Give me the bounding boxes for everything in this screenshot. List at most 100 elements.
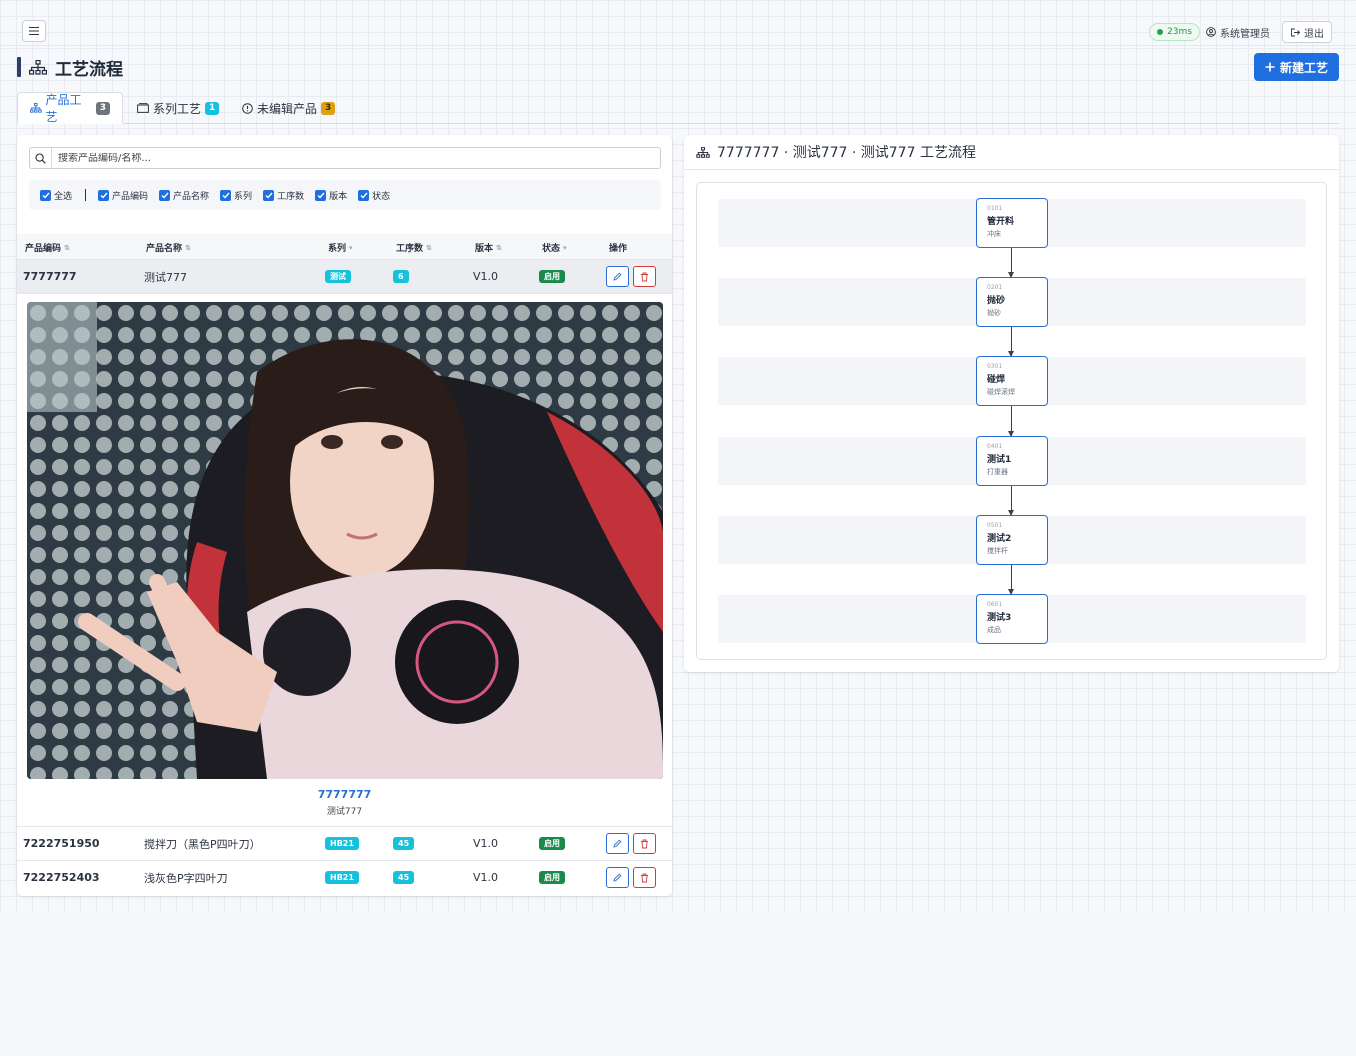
steps-badge: 45	[393, 837, 415, 850]
filter-label: 版本	[329, 191, 348, 202]
search-input[interactable]	[52, 152, 652, 164]
node-desc: 成品	[987, 626, 1001, 634]
cell-version: V1.0	[473, 871, 499, 884]
column-header-version[interactable]: 版本 ⇅	[475, 241, 502, 255]
series-badge: HB21	[325, 837, 359, 850]
node-name: 碰焊	[987, 375, 1006, 385]
tab-unedited-products[interactable]: 未编辑产品 3	[230, 92, 347, 124]
status-badge: 启用	[539, 270, 565, 283]
search-icon	[30, 148, 52, 168]
sitemap-icon	[30, 103, 42, 113]
header-label: 版本	[475, 244, 494, 254]
flow-title: 7777777 · 测试777 · 测试777 工艺流程	[717, 145, 976, 161]
filter-product-name[interactable]: 产品名称	[159, 189, 209, 202]
cell-status: 启用	[539, 827, 565, 860]
flow-node[interactable]: 0201 抛砂 抛砂	[976, 277, 1048, 327]
plus-icon	[1265, 62, 1275, 72]
column-header-steps[interactable]: 工序数 ⇅	[396, 241, 432, 255]
new-process-button[interactable]: 新建工艺	[1254, 53, 1339, 81]
header-label: 操作	[609, 244, 628, 254]
column-header-series[interactable]: 系列 ▾	[328, 241, 353, 255]
checkbox-checked-icon	[263, 189, 275, 201]
checkbox-checked-icon	[98, 189, 110, 201]
cell-actions	[606, 260, 656, 293]
node-code: 0201	[987, 284, 1003, 291]
filter-version[interactable]: 版本	[315, 189, 347, 202]
filter-label: 全选	[54, 191, 73, 202]
trash-icon	[641, 272, 648, 281]
tab-series-process[interactable]: 系列工艺 1	[125, 92, 231, 124]
product-photo	[27, 302, 663, 779]
table-row[interactable]: 7222752403 浅灰色P字四叶刀 HB21 45 V1.0 启用	[17, 861, 672, 895]
sort-down-icon: ▾	[563, 243, 567, 252]
top-bar: 23ms 系统管理员 退出	[0, 0, 1356, 46]
edit-button[interactable]	[606, 266, 629, 287]
tab-bar: 产品工艺 3 系列工艺 1 未编辑产品 3	[17, 92, 1339, 124]
trash-icon	[641, 839, 648, 848]
delete-button[interactable]	[633, 833, 656, 854]
delete-button[interactable]	[633, 867, 656, 888]
filter-select-all[interactable]: 全选	[40, 189, 72, 202]
page-title-text: 工艺流程	[55, 59, 123, 80]
sort-icon: ⇅	[64, 243, 70, 252]
detail-product-code[interactable]: 7777777	[17, 788, 672, 801]
sort-icon: ⇅	[185, 243, 191, 252]
user-info[interactable]: 系统管理员	[1206, 25, 1270, 40]
menu-toggle-button[interactable]	[22, 20, 46, 42]
column-header-code[interactable]: 产品编码 ⇅	[25, 241, 70, 255]
node-name: 测试3	[987, 613, 1012, 623]
cell-series: HB21	[325, 861, 359, 894]
checkbox-checked-icon	[315, 189, 327, 201]
flow-node[interactable]: 0101 管开料 冲床	[976, 198, 1048, 248]
node-name: 管开料	[987, 217, 1015, 227]
filter-label: 系列	[234, 191, 253, 202]
sort-down-icon: ▾	[349, 243, 353, 252]
edit-button[interactable]	[606, 833, 629, 854]
user-circle-icon	[1206, 27, 1216, 37]
column-header-status[interactable]: 状态 ▾	[542, 241, 567, 255]
checkbox-checked-icon	[358, 189, 370, 201]
sitemap-icon	[29, 59, 47, 75]
flow-node[interactable]: 0301 碰焊 碰焊滚焊	[976, 356, 1048, 406]
cell-series: 测试	[325, 260, 351, 293]
cell-steps: 45	[393, 861, 415, 894]
status-dot-icon	[1157, 29, 1164, 35]
table-row[interactable]: 7777777 测试777 测试 6 V1.0 启用	[17, 260, 672, 294]
header-label: 状态	[542, 244, 561, 254]
detail-product-name: 测试777	[326, 807, 363, 817]
tab-count-badge: 3	[95, 101, 110, 115]
table-row[interactable]: 7222751950 搅拌刀（黑色P四叶刀） HB21 45 V1.0 启用	[17, 827, 672, 861]
photo-illustration	[27, 302, 663, 779]
flow-node[interactable]: 0501 测试2 搅拌杆	[976, 515, 1048, 565]
flow-arrow	[1008, 327, 1014, 357]
logout-button[interactable]: 退出	[1282, 21, 1332, 43]
cell-steps: 6	[393, 260, 409, 293]
flow-node[interactable]: 0401 测试1 打重器	[976, 436, 1048, 486]
filter-series[interactable]: 系列	[220, 189, 252, 202]
latency-badge: 23ms	[1149, 23, 1200, 41]
logout-label: 退出	[1304, 28, 1324, 40]
filter-product-code[interactable]: 产品编码	[98, 189, 148, 202]
steps-badge: 45	[393, 871, 415, 884]
cell-code: 7222752403	[23, 871, 100, 884]
tab-product-process[interactable]: 产品工艺 3	[17, 92, 123, 124]
product-list-panel: 全选 产品编码 产品名称 系列 工序数 版本 状态 产品编码⇅ 产品名称⇅ 系列…	[17, 135, 672, 896]
node-desc: 碰焊滚焊	[987, 388, 1015, 396]
column-header-name[interactable]: 产品名称 ⇅	[146, 241, 191, 255]
logout-icon	[1291, 28, 1300, 36]
header-label: 系列	[328, 244, 347, 254]
flow-node[interactable]: 0601 测试3 成品	[976, 594, 1048, 644]
page-title: 工艺流程	[17, 56, 123, 80]
delete-button[interactable]	[633, 266, 656, 287]
status-badge: 启用	[539, 837, 565, 850]
filter-step-count[interactable]: 工序数	[263, 189, 304, 202]
flow-arrow	[1008, 248, 1014, 278]
info-circle-icon	[242, 102, 253, 114]
tab-label: 产品工艺	[45, 93, 82, 124]
column-filter-bar: 全选 产品编码 产品名称 系列 工序数 版本 状态	[29, 180, 661, 210]
filter-status[interactable]: 状态	[358, 189, 390, 202]
table-header: 产品编码 ⇅ 产品名称 ⇅ 系列 ▾ 工序数 ⇅ 版本 ⇅ 状态 ▾ 操作	[17, 234, 672, 260]
column-header-actions: 操作	[609, 241, 627, 254]
cell-actions	[606, 827, 656, 860]
edit-button[interactable]	[606, 867, 629, 888]
